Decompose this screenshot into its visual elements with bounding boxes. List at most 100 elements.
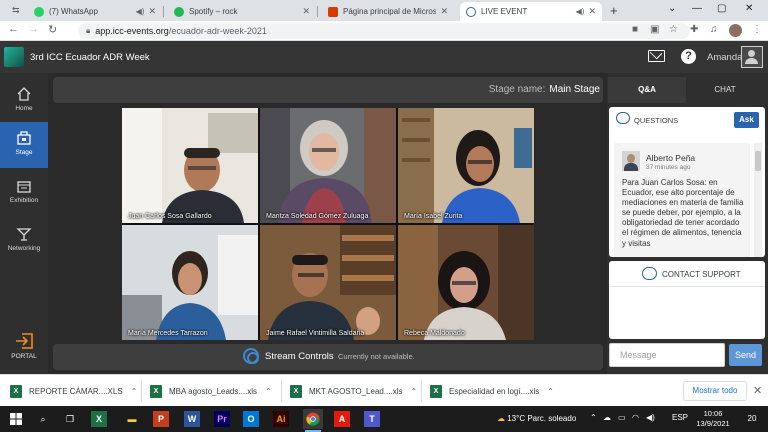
download-item[interactable]: X MKT AGOSTO_Lead....xls ⌃ xyxy=(290,380,417,402)
close-tab-icon[interactable]: ✕ xyxy=(302,6,310,17)
camera-icon[interactable]: ■ xyxy=(632,24,638,35)
close-tab-icon[interactable]: ✕ xyxy=(440,6,448,17)
download-item[interactable]: X Especialidad en logí....xls ⌃ xyxy=(430,380,554,402)
video-tile[interactable]: María Mercedes Tarrazon xyxy=(122,225,258,340)
onedrive-icon[interactable]: ☁ xyxy=(603,413,611,422)
language-indicator[interactable]: ESP xyxy=(672,413,688,422)
user-avatar[interactable] xyxy=(741,46,763,68)
chevron-up-icon[interactable]: ⌃ xyxy=(411,387,418,396)
speaker-icon[interactable]: ◀) xyxy=(576,7,585,16)
video-tile[interactable]: María Isabel Zurita xyxy=(398,108,534,223)
close-shelf-icon[interactable]: ✕ xyxy=(753,384,762,397)
file-explorer-icon[interactable]: ▬ xyxy=(122,409,142,429)
spotify-icon xyxy=(174,6,184,17)
video-tile[interactable]: Maritza Soledad Gómez Zuluaga xyxy=(260,108,396,223)
translate-icon[interactable]: ▣ xyxy=(650,24,659,35)
stream-icon[interactable] xyxy=(243,348,259,364)
message-input[interactable]: Message xyxy=(609,343,725,367)
tab-qa[interactable]: Q&A xyxy=(608,77,686,103)
weather-widget[interactable]: ☁ 13°C Parc. soleado xyxy=(497,414,576,423)
premiere-app-icon[interactable]: Pr xyxy=(214,411,230,427)
word-app-icon[interactable]: W xyxy=(184,411,200,427)
acrobat-app-icon[interactable]: A xyxy=(334,411,350,427)
reload-icon[interactable]: ↻ xyxy=(48,23,57,36)
portal-button[interactable]: PORTAL xyxy=(0,328,48,368)
extensions-icon[interactable]: ✚ xyxy=(690,24,698,35)
tab-microsoft-office[interactable]: Página principal de Microsoft Of ✕ xyxy=(322,2,454,21)
teams-app-icon[interactable]: T xyxy=(364,411,380,427)
speaker-icon[interactable]: ◀) xyxy=(136,7,145,16)
illustrator-app-icon[interactable]: Ai xyxy=(273,411,289,427)
participant-video xyxy=(260,225,396,340)
lock-icon[interactable]: 🔒︎ xyxy=(86,26,90,36)
question-text: Para Juan Carlos Sosa: en Ecuador, ese a… xyxy=(622,178,744,248)
tab-spotify[interactable]: Spotify – rock ✕ xyxy=(168,2,316,21)
clock[interactable]: 10:06 13/9/2021 xyxy=(696,409,730,429)
media-icon[interactable]: ♫ xyxy=(710,24,718,35)
sidebar-item-stage[interactable]: Stage xyxy=(0,122,48,168)
sidebar-item-networking[interactable]: Networking xyxy=(0,218,48,264)
bookmark-star-icon[interactable]: ☆ xyxy=(669,24,678,35)
search-icon[interactable]: ⌕ xyxy=(33,409,53,429)
show-all-downloads-button[interactable]: Mostrar todo xyxy=(683,381,747,401)
profile-avatar[interactable] xyxy=(729,24,742,37)
tab-search-icon[interactable]: ⇆ xyxy=(12,5,20,16)
excel-file-icon: X xyxy=(430,384,442,398)
send-button[interactable]: Send xyxy=(729,344,762,366)
video-tile[interactable]: Jaime Rafael Vintimilla Saldaña xyxy=(260,225,396,340)
powerpoint-app-icon[interactable]: P xyxy=(153,411,169,427)
forward-icon[interactable]: → xyxy=(28,23,39,35)
windows-start-icon[interactable] xyxy=(6,409,26,429)
chevron-up-icon[interactable]: ⌃ xyxy=(131,387,138,396)
new-tab-button[interactable]: + xyxy=(610,3,618,18)
stream-controls-label[interactable]: Stream Controls xyxy=(265,351,334,362)
contact-support-label[interactable]: CONTACT SUPPORT xyxy=(662,270,741,279)
browser-menu-icon[interactable]: ⋮ xyxy=(752,24,762,35)
event-logo[interactable] xyxy=(4,47,24,67)
video-tile[interactable]: Juan Carlos Sosa Gallardo xyxy=(122,108,258,223)
battery-icon[interactable]: ▭ xyxy=(618,413,626,422)
address-bar[interactable]: 🔒︎ app.icc-events.org/ecuador-adr-week-2… xyxy=(78,23,690,39)
download-item[interactable]: X MBA agosto_Leads....xls ⌃ xyxy=(150,380,272,402)
outlook-app-icon[interactable]: O xyxy=(243,411,259,427)
notifications-icon[interactable]: 20 xyxy=(743,411,761,427)
tab-title: Página principal de Microsoft Of xyxy=(343,7,437,16)
tab-live-event[interactable]: LIVE EVENT ◀) ✕ xyxy=(460,2,602,21)
chrome-app-icon[interactable] xyxy=(303,409,323,432)
help-icon[interactable]: ? xyxy=(681,49,696,64)
portal-label: PORTAL xyxy=(11,353,37,360)
scrollbar-thumb[interactable] xyxy=(755,151,761,171)
tab-menu-icon[interactable]: ⌄ xyxy=(668,3,676,14)
sidebar-item-label: Home xyxy=(15,105,33,112)
chevron-up-icon[interactable]: ⌃ xyxy=(547,387,554,396)
mail-icon[interactable] xyxy=(648,50,665,62)
tab-whatsapp[interactable]: (7) WhatsApp ◀) ✕ xyxy=(28,2,162,21)
chevron-up-icon[interactable]: ⌃ xyxy=(265,387,272,396)
download-item[interactable]: X REPORTE CÁMAR....XLS ⌃ xyxy=(10,380,137,402)
download-filename: MKT AGOSTO_Lead....xls xyxy=(309,386,403,396)
username: Amanda xyxy=(707,52,743,63)
participant-video xyxy=(260,108,396,223)
tab-chat[interactable]: CHAT xyxy=(686,77,764,103)
maximize-icon[interactable]: ▢ xyxy=(717,3,726,14)
task-view-icon[interactable]: ❐ xyxy=(60,409,80,429)
questions-scrollbar[interactable] xyxy=(754,143,762,257)
sidebar-item-exhibition[interactable]: Exhibition xyxy=(0,170,48,216)
sidebar-item-home[interactable]: Home xyxy=(0,78,48,124)
close-tab-icon[interactable]: ✕ xyxy=(148,6,156,17)
video-tile[interactable]: Rebeca Maldonado xyxy=(398,225,534,340)
ask-button[interactable]: Ask xyxy=(734,112,759,128)
stage-icon xyxy=(17,131,31,145)
tray-chevron-icon[interactable]: ⌃ xyxy=(590,413,597,422)
volume-icon[interactable]: ◀) xyxy=(646,413,655,422)
question-author: Alberto Peña xyxy=(646,153,696,163)
minimize-icon[interactable]: — xyxy=(692,3,702,14)
networking-icon xyxy=(16,228,32,241)
weather-text: Parc. soleado xyxy=(527,414,577,423)
back-icon[interactable]: ← xyxy=(8,23,19,35)
wifi-icon[interactable]: ◠ xyxy=(632,413,639,422)
close-tab-icon[interactable]: ✕ xyxy=(588,6,596,17)
excel-app-icon[interactable]: X xyxy=(91,411,107,427)
window-close-icon[interactable]: ✕ xyxy=(745,3,753,14)
download-divider xyxy=(141,380,142,402)
